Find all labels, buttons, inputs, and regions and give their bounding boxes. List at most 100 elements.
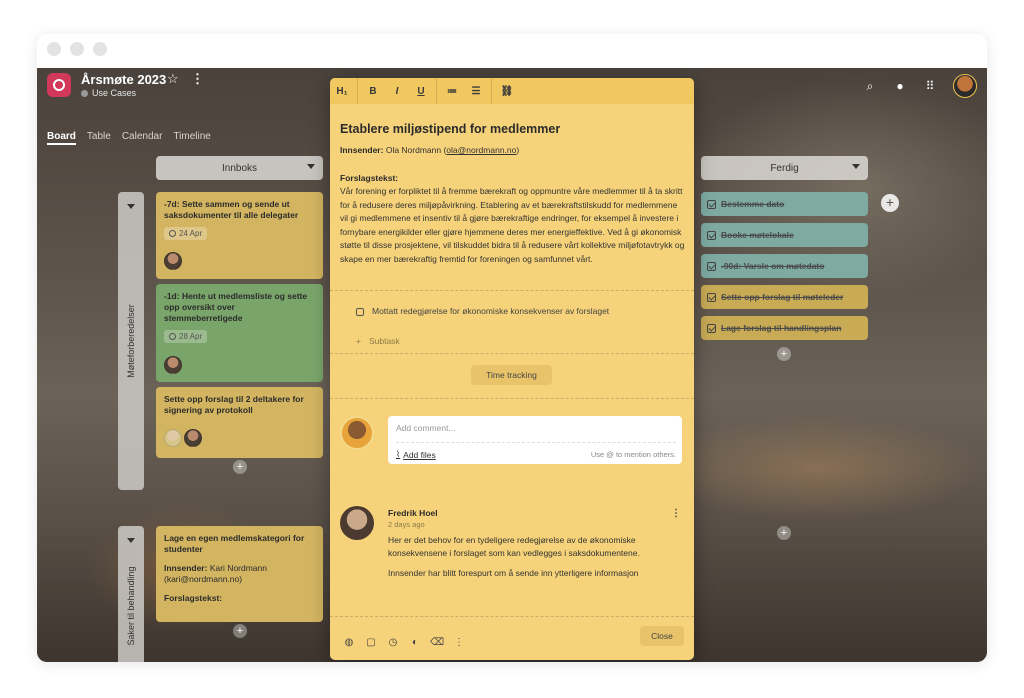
time-tracking-button[interactable]: Time tracking (471, 365, 552, 385)
assign-user-icon[interactable]: ◍ (342, 637, 356, 648)
add-subtask-label: Subtask (368, 336, 400, 346)
submitter-line: Innsender: Ola Nordmann (ola@nordmann.no… (340, 144, 686, 158)
window-dot-close[interactable] (47, 42, 61, 56)
done-card[interactable]: Sette opp forslag til møteleder (701, 285, 868, 309)
section-divider (330, 353, 694, 354)
tab-board[interactable]: Board (47, 131, 76, 145)
checkbox-icon[interactable]: ▢ (364, 637, 378, 648)
task-card[interactable]: -7d: Sette sammen og sende ut saksdokume… (156, 192, 323, 279)
add-card-button[interactable]: + (777, 347, 791, 361)
card-assignees (164, 252, 182, 270)
bold-button[interactable]: B (361, 78, 385, 104)
grid-icon[interactable]: ⠿ (923, 79, 937, 93)
check-icon[interactable] (707, 323, 716, 333)
task-card[interactable]: -1d: Hente ut medlemsliste og sette opp … (156, 284, 323, 382)
chevron-down-icon[interactable] (127, 538, 135, 543)
plus-icon: + (356, 336, 361, 346)
avatar[interactable] (953, 74, 977, 98)
subtask-text: Mottatt redegjørelse for økonomiske kons… (372, 306, 610, 316)
done-card[interactable]: -90d: Varsle om møtedato (701, 254, 868, 278)
trash-icon[interactable]: ⌫ (430, 637, 444, 648)
column-header-done[interactable]: Ferdig (701, 156, 868, 180)
add-column-button[interactable]: + (881, 194, 899, 212)
swimlane-meeting-prep[interactable]: Møteforberedelser (118, 192, 144, 490)
due-date-badge: 24 Apr (164, 227, 208, 240)
column-title: Ferdig (770, 162, 799, 174)
more-icon[interactable]: ⋮ (191, 71, 204, 87)
subtask-checkbox[interactable] (356, 308, 364, 316)
more-icon[interactable]: ⋮ (671, 508, 681, 519)
section-divider (330, 398, 694, 399)
view-tabs: Board Table Calendar Timeline (47, 131, 211, 145)
task-title[interactable]: Etablere miljøstipend for medlemmer (340, 122, 560, 136)
add-files-link[interactable]: ⌇ Add files (396, 449, 436, 460)
done-card[interactable]: Booke møtelokale (701, 223, 868, 247)
palette-icon[interactable]: ◐ (408, 637, 422, 648)
comment-author: Fredrik Hoel (388, 508, 438, 518)
numbered-list-icon[interactable]: ≔ (440, 78, 464, 104)
comment-input[interactable]: Add comment... (396, 423, 456, 433)
add-files-label: Add files (403, 449, 436, 460)
add-card-button[interactable]: + (777, 526, 791, 540)
app-logo[interactable] (47, 73, 71, 97)
heading-button[interactable]: H₁ (330, 78, 354, 104)
toolbar-divider (357, 78, 358, 104)
card-title: -7d: Sette sammen og sende ut saksdokume… (164, 199, 299, 220)
comment-text: Her er det behov for en tydeligere redeg… (388, 535, 640, 558)
bell-icon[interactable]: ● (893, 79, 907, 93)
done-card-title: Bestemme dato (721, 199, 785, 209)
editor-toolbar: H₁ B I U ≔ ☰ ⛓ (330, 78, 694, 104)
bullet-list-icon[interactable]: ☰ (464, 78, 488, 104)
avatar (340, 416, 374, 450)
subtask-item[interactable]: Mottatt redegjørelse for økonomiske kons… (356, 306, 676, 317)
add-card-button[interactable]: + (233, 460, 247, 474)
done-card-title: Booke møtelokale (721, 230, 794, 240)
check-icon[interactable] (707, 199, 716, 209)
project-title[interactable]: Årsmøte 2023 (81, 72, 166, 87)
chevron-down-icon[interactable] (127, 204, 135, 209)
task-detail-modal: H₁ B I U ≔ ☰ ⛓ Etablere miljøstipend for… (330, 78, 694, 660)
clock-icon[interactable]: ◷ (386, 637, 400, 648)
underline-button[interactable]: U (409, 78, 433, 104)
add-subtask-button[interactable]: + Subtask (356, 336, 400, 346)
chevron-down-icon[interactable] (307, 164, 315, 169)
tab-calendar[interactable]: Calendar (122, 131, 163, 145)
window-dot-maximize[interactable] (93, 42, 107, 56)
paperclip-icon: ⌇ (396, 449, 401, 459)
more-icon[interactable]: ⋮ (452, 637, 466, 648)
avatar (340, 506, 374, 540)
search-icon[interactable]: ⌕ (863, 79, 877, 94)
column-header-inbox[interactable]: Innboks (156, 156, 323, 180)
comment-box: Add comment... ⌇ Add files Use @ to ment… (388, 416, 682, 464)
window-dot-minimize[interactable] (70, 42, 84, 56)
tab-table[interactable]: Table (87, 131, 111, 145)
close-button[interactable]: Close (640, 626, 684, 646)
link-icon[interactable]: ⛓ (495, 78, 519, 104)
star-icon[interactable]: ☆ (167, 71, 179, 87)
add-card-button[interactable]: + (233, 624, 247, 638)
done-card[interactable]: Bestemme dato (701, 192, 868, 216)
tab-timeline[interactable]: Timeline (173, 131, 210, 145)
check-icon[interactable] (707, 230, 716, 240)
avatar (164, 356, 182, 374)
done-card[interactable]: Lage forslag til handlingsplan (701, 316, 868, 340)
window-chrome (37, 34, 987, 68)
task-description[interactable]: Innsender: Ola Nordmann (ola@nordmann.no… (340, 144, 686, 266)
swimlane-cases[interactable]: Saker til behandling (118, 526, 144, 662)
avatar (184, 429, 202, 447)
project-subtitle: Use Cases (81, 88, 136, 98)
submitter-label: Innsender: (340, 145, 384, 155)
italic-button[interactable]: I (385, 78, 409, 104)
board-app: Årsmøte 2023 ☆ ⋮ Use Cases ⌕ ● ⠿ Board T… (37, 68, 987, 662)
done-card-title: Sette opp forslag til møteleder (721, 292, 844, 302)
card-title: Sette opp forslag til 2 deltakere for si… (164, 394, 304, 415)
check-icon[interactable] (707, 261, 716, 271)
section-divider (330, 290, 694, 291)
chevron-down-icon[interactable] (852, 164, 860, 169)
submitter-label: Innsender: (164, 563, 208, 573)
task-card[interactable]: Lage en egen medlemskategori for student… (156, 526, 323, 622)
card-submitter: Innsender: Kari Nordmann (kari@nordmann.… (164, 563, 315, 585)
check-icon[interactable] (707, 292, 716, 302)
submitter-email-link[interactable]: ola@nordmann.no (446, 145, 516, 155)
task-card[interactable]: Sette opp forslag til 2 deltakere for si… (156, 387, 323, 458)
